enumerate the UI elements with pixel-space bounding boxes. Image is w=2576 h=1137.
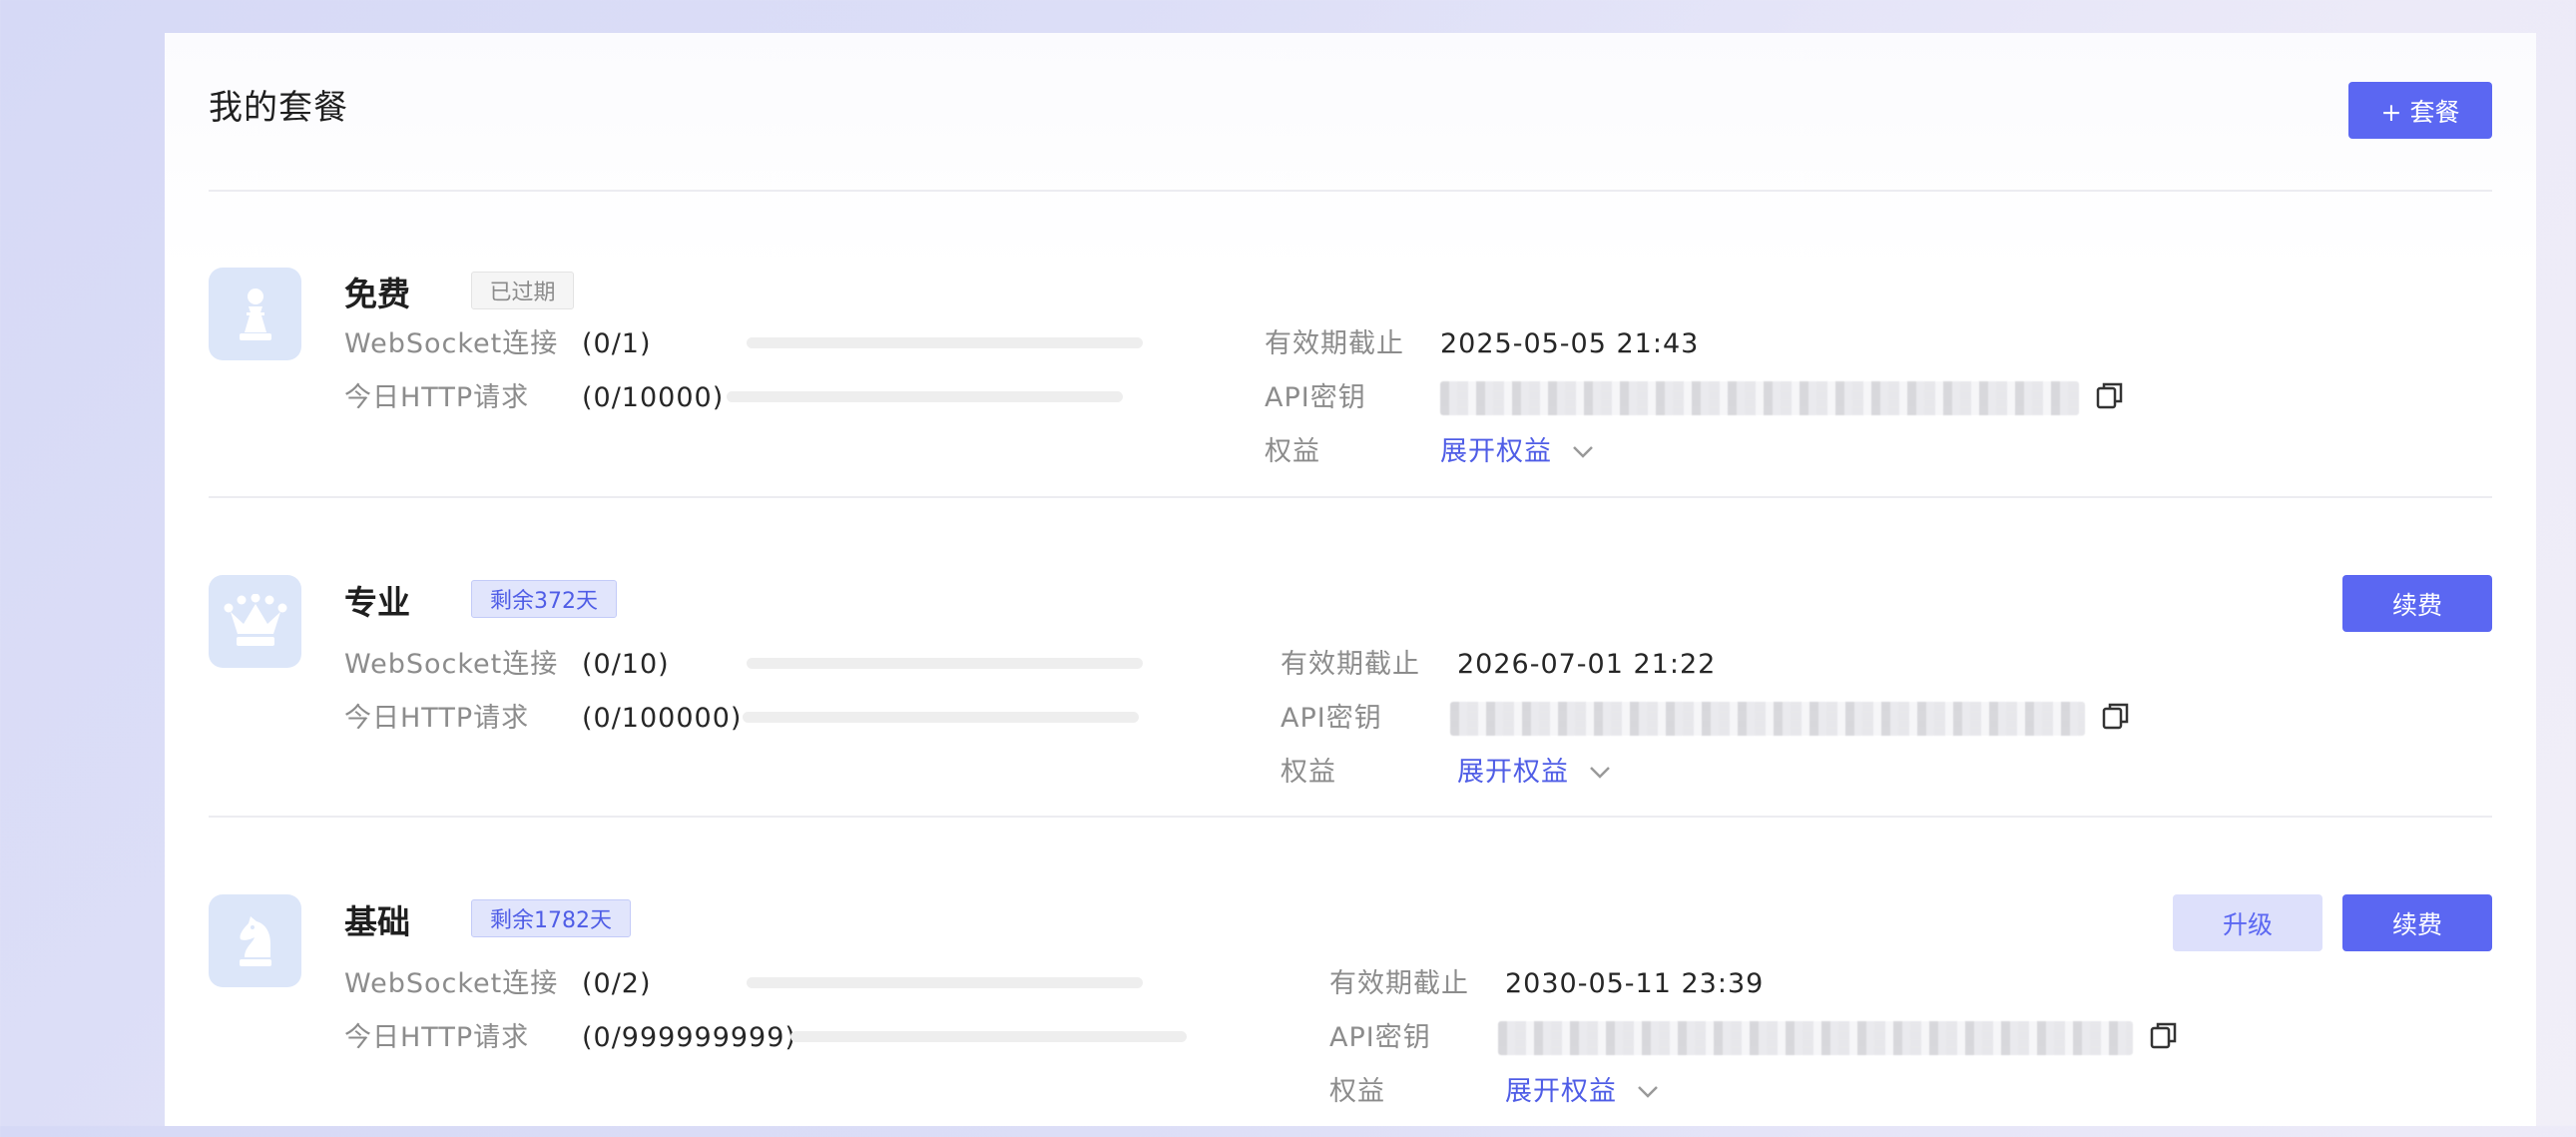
plan-card-pro: 专业 剩余372天 续费 WebSocket连接 (0/10) 今日HTTP请求…: [209, 498, 2492, 818]
plans-panel: 我的套餐 + 套餐 免费 已过期 WebSocket连接 (0/1) 今日HTT…: [165, 33, 2536, 1126]
plan-name: 基础: [344, 902, 410, 941]
websocket-usage: (0/2): [582, 968, 652, 999]
status-badge: 剩余372天: [471, 580, 617, 618]
websocket-usage: (0/10): [582, 649, 670, 680]
api-key-label: API密钥: [1281, 703, 1382, 734]
benefits-label: 权益: [1281, 757, 1336, 788]
plan-card-free: 免费 已过期 WebSocket连接 (0/1) 今日HTTP请求 (0/100…: [209, 192, 2492, 498]
expiry-label: 有效期截止: [1265, 328, 1404, 359]
plan-card-basic: 基础 剩余1782天 升级 续费 WebSocket连接 (0/2) 今日HTT…: [209, 818, 2492, 1137]
api-key-value: [1450, 702, 2085, 736]
api-key-value: [1440, 381, 2079, 415]
expiry-value: 2030-05-11 23:39: [1505, 968, 1765, 999]
chevron-down-icon: [1590, 766, 1610, 779]
copy-icon[interactable]: [2100, 700, 2132, 732]
websocket-progress-bar: [747, 337, 1143, 348]
api-key-value: [1498, 1021, 2133, 1055]
status-badge: 剩余1782天: [471, 899, 631, 937]
expiry-value: 2025-05-05 21:43: [1440, 328, 1700, 359]
http-usage: (0/10000): [582, 382, 725, 413]
http-progress-bar: [790, 1031, 1187, 1042]
expand-benefits-link[interactable]: 展开权益: [1457, 759, 1611, 786]
benefits-label: 权益: [1329, 1076, 1385, 1107]
chess-knight-icon: [209, 894, 301, 987]
api-key-label: API密钥: [1329, 1022, 1431, 1053]
copy-icon[interactable]: [2148, 1019, 2180, 1051]
api-key-label: API密钥: [1265, 382, 1366, 413]
expiry-label: 有效期截止: [1329, 968, 1469, 999]
websocket-usage: (0/1): [582, 328, 652, 359]
expiry-label: 有效期截止: [1281, 649, 1420, 680]
expand-benefits-text: 展开权益: [1440, 436, 1552, 467]
status-badge: 已过期: [471, 272, 574, 309]
upgrade-button[interactable]: 升级: [2173, 894, 2322, 951]
websocket-progress-bar: [747, 977, 1143, 988]
chess-pawn-icon: [209, 268, 301, 360]
renew-button[interactable]: 续费: [2342, 894, 2492, 951]
websocket-label: WebSocket连接: [344, 968, 559, 999]
chevron-down-icon: [1638, 1085, 1658, 1098]
http-label: 今日HTTP请求: [344, 1022, 530, 1053]
renew-button[interactable]: 续费: [2342, 575, 2492, 632]
http-progress-bar: [743, 712, 1139, 723]
page-title: 我的套餐: [209, 88, 348, 128]
http-label: 今日HTTP请求: [344, 382, 530, 413]
websocket-progress-bar: [747, 658, 1143, 669]
http-usage: (0/999999999): [582, 1022, 796, 1053]
http-usage: (0/100000): [582, 703, 743, 734]
plan-name: 免费: [344, 275, 410, 313]
benefits-label: 权益: [1265, 436, 1320, 467]
expand-benefits-link[interactable]: 展开权益: [1440, 438, 1594, 465]
websocket-label: WebSocket连接: [344, 649, 559, 680]
http-label: 今日HTTP请求: [344, 703, 530, 734]
http-progress-bar: [727, 391, 1123, 402]
expiry-value: 2026-07-01 21:22: [1457, 649, 1717, 680]
panel-header: 我的套餐 + 套餐: [209, 33, 2492, 192]
add-plan-button[interactable]: + 套餐: [2348, 82, 2492, 139]
websocket-label: WebSocket连接: [344, 328, 559, 359]
expand-benefits-link[interactable]: 展开权益: [1505, 1078, 1659, 1105]
expand-benefits-text: 展开权益: [1457, 757, 1569, 788]
chevron-down-icon: [1573, 445, 1593, 458]
crown-icon: [209, 575, 301, 668]
copy-icon[interactable]: [2094, 379, 2126, 411]
plan-name: 专业: [344, 583, 410, 622]
expand-benefits-text: 展开权益: [1505, 1076, 1617, 1107]
